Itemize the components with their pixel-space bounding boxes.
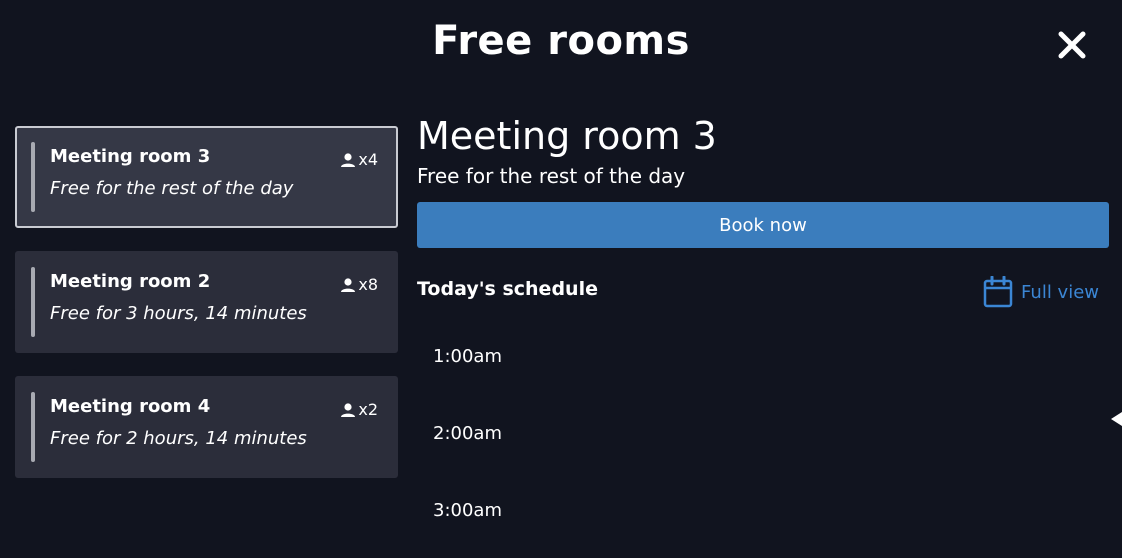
room-detail-panel: Meeting room 3 Free for the rest of the … [417, 110, 1109, 310]
room-capacity-count: x2 [358, 400, 378, 419]
time-slot-label: 1:00am [433, 346, 502, 367]
room-name: Meeting room 3 [50, 146, 211, 167]
calendar-icon [983, 276, 1013, 308]
page-title: Free rooms [432, 18, 690, 64]
room-capacity: x8 [340, 275, 378, 294]
room-name: Meeting room 2 [50, 271, 211, 292]
room-status: Free for 3 hours, 14 minutes [50, 303, 307, 324]
room-status: Free for 2 hours, 14 minutes [50, 428, 307, 449]
time-slot-label: 2:00am [433, 423, 502, 444]
book-now-button[interactable]: Book now [417, 202, 1109, 248]
room-name: Meeting room 4 [50, 396, 211, 417]
person-icon [341, 152, 356, 167]
detail-room-status: Free for the rest of the day [417, 164, 686, 188]
close-icon [1058, 31, 1086, 59]
detail-room-title: Meeting room 3 [417, 114, 717, 158]
room-card-meeting-room-3[interactable]: Meeting room 3 Free for the rest of the … [15, 126, 398, 228]
card-accent-bar [31, 267, 35, 337]
room-status: Free for the rest of the day [50, 178, 294, 199]
time-slot-label: 3:00am [433, 500, 502, 521]
person-icon [341, 402, 356, 417]
room-list: Meeting room 3 Free for the rest of the … [15, 126, 398, 501]
close-button[interactable] [1053, 26, 1091, 64]
room-capacity-count: x4 [358, 150, 378, 169]
room-capacity-count: x8 [358, 275, 378, 294]
room-card-meeting-room-2[interactable]: Meeting room 2 Free for 3 hours, 14 minu… [15, 251, 398, 353]
full-view-label: Full view [1021, 281, 1099, 303]
room-capacity: x4 [340, 150, 378, 169]
card-accent-bar [31, 142, 35, 212]
schedule-title: Today's schedule [417, 278, 598, 300]
full-view-link[interactable]: Full view [983, 276, 1099, 308]
room-card-meeting-room-4[interactable]: Meeting room 4 Free for 2 hours, 14 minu… [15, 376, 398, 478]
person-icon [341, 277, 356, 292]
room-capacity: x2 [340, 400, 378, 419]
card-accent-bar [31, 392, 35, 462]
schedule-header: Today's schedule Full view [417, 276, 1109, 310]
scroll-left-arrow-icon[interactable] [1111, 412, 1122, 426]
free-rooms-page: Free rooms Meeting room 3 Free for the r… [0, 0, 1122, 558]
